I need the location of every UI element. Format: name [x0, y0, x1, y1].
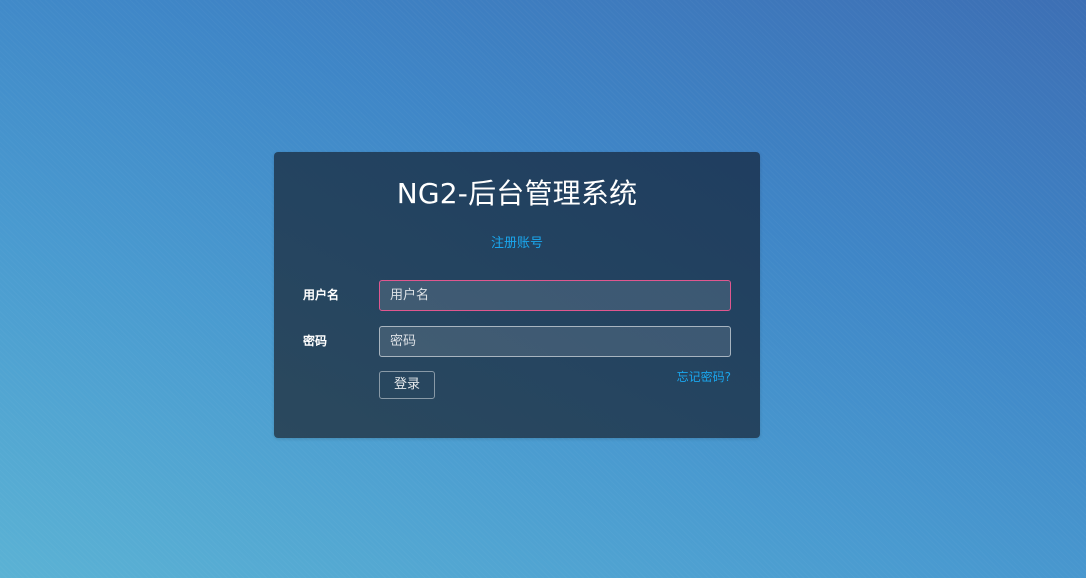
login-panel: NG2-后台管理系统 注册账号 用户名 密码 登录 忘记密码?: [274, 152, 760, 438]
forgot-password-link[interactable]: 忘记密码?: [677, 369, 731, 385]
login-button[interactable]: 登录: [379, 371, 435, 399]
password-label: 密码: [303, 334, 328, 348]
page-title: NG2-后台管理系统: [396, 177, 638, 210]
username-input[interactable]: [379, 280, 731, 311]
register-account-link[interactable]: 注册账号: [274, 235, 760, 253]
username-label: 用户名: [303, 288, 340, 302]
password-input[interactable]: [379, 326, 731, 357]
